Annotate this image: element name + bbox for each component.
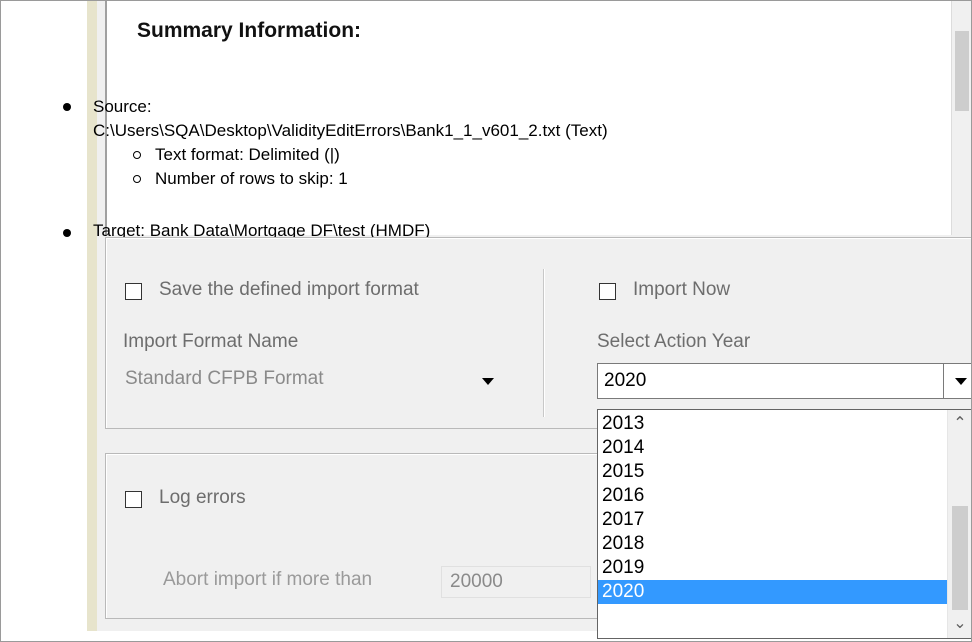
dropdown-scrollbar[interactable]: ⌃ ⌄ <box>947 410 971 638</box>
summary-scrollbar[interactable] <box>951 1 971 235</box>
summary-text-format-item: Text format: Delimited (|) <box>61 143 608 167</box>
log-errors-checkbox[interactable] <box>125 491 142 508</box>
chevron-down-icon[interactable]: ⌄ <box>948 612 971 636</box>
action-year-select[interactable]: 2020 <box>597 363 971 399</box>
year-option[interactable]: 2016 <box>598 484 948 508</box>
summary-source-path: C:\Users\SQA\Desktop\ValidityEditErrors\… <box>61 119 608 143</box>
year-option[interactable]: 2015 <box>598 460 948 484</box>
source-path: C:\Users\SQA\Desktop\ValidityEditErrors\… <box>93 121 608 140</box>
circle-bullet-icon <box>133 175 141 183</box>
year-option-selected[interactable]: 2020 <box>598 580 948 604</box>
log-errors-label: Log errors <box>159 487 246 508</box>
chevron-up-icon[interactable]: ⌃ <box>948 412 971 436</box>
bullet-icon <box>63 229 71 237</box>
bullet-icon <box>63 103 71 111</box>
year-option[interactable]: 2014 <box>598 436 948 460</box>
abort-threshold-input[interactable]: 20000 <box>441 566 591 598</box>
import-format-name-label: Import Format Name <box>123 331 299 352</box>
summary-target-item: Target: Bank Data\Mortgage DF\test (HMDF… <box>61 221 430 237</box>
window: Summary Information: Source: C:\Users\SQ… <box>0 0 972 642</box>
import-format-name-select[interactable]: Standard CFPB Format <box>121 363 509 399</box>
import-now-checkbox[interactable] <box>599 283 616 300</box>
source-label: Source: <box>93 97 152 116</box>
action-year-dropdown-list[interactable]: 2013 2014 2015 2016 2017 2018 2019 2020 … <box>597 409 971 639</box>
chevron-down-icon <box>955 378 967 385</box>
import-format-name-value: Standard CFPB Format <box>125 368 324 389</box>
summary-source-item: Source: <box>61 95 608 119</box>
save-format-checkbox[interactable] <box>125 283 142 300</box>
rows-to-skip: Number of rows to skip: 1 <box>155 169 348 188</box>
summary-title: Summary Information: <box>137 19 362 42</box>
summary-scrollbar-thumb[interactable] <box>955 31 969 111</box>
action-year-value: 2020 <box>604 370 647 391</box>
year-option[interactable]: 2019 <box>598 556 948 580</box>
circle-bullet-icon <box>133 151 141 159</box>
dropdown-scrollbar-thumb[interactable] <box>952 506 968 610</box>
summary-rows-skip-item: Number of rows to skip: 1 <box>61 167 608 191</box>
year-option[interactable]: 2017 <box>598 508 948 532</box>
import-now-label: Import Now <box>633 279 731 300</box>
import-format-dropdown-button[interactable] <box>471 364 505 398</box>
summary-list: Source: C:\Users\SQA\Desktop\ValidityEdi… <box>61 95 608 191</box>
action-year-label: Select Action Year <box>597 331 751 352</box>
save-format-label: Save the defined import format <box>159 279 419 300</box>
action-year-dropdown-button[interactable] <box>943 364 971 398</box>
year-option[interactable]: 2018 <box>598 532 948 556</box>
chevron-down-icon <box>482 378 494 385</box>
abort-import-label: Abort import if more than <box>163 569 373 590</box>
target-path: Target: Bank Data\Mortgage DF\test (HMDF… <box>93 221 431 237</box>
group-divider <box>543 269 544 417</box>
year-option[interactable]: 2013 <box>598 412 948 436</box>
text-format: Text format: Delimited (|) <box>155 145 340 164</box>
